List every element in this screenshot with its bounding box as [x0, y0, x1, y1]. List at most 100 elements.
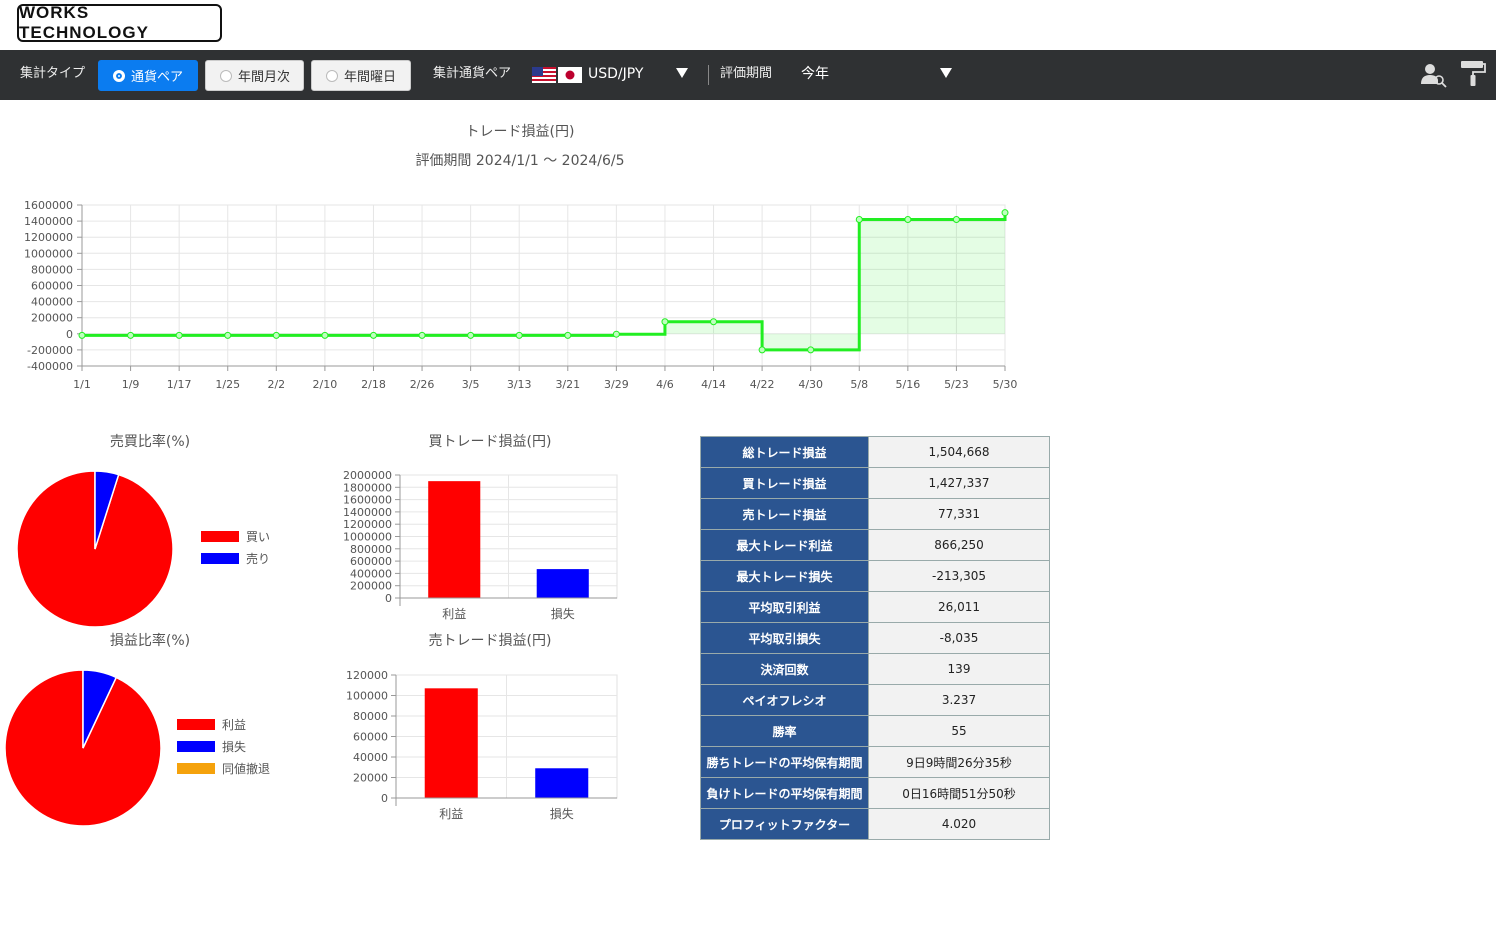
period-select-value[interactable]: 今年 — [801, 50, 829, 100]
x-tick-label: 1/17 — [167, 378, 192, 391]
x-tick-label: 損失 — [551, 606, 575, 621]
stats-row: 買トレード損益 1,427,337 — [700, 467, 1050, 499]
stats-table: 総トレード損益 1,504,668 買トレード損益 1,427,337 売トレード損益 7… — [700, 436, 1050, 840]
y-tick-label: 20000 — [353, 772, 388, 785]
stats-label: 買トレード損益 — [700, 467, 869, 499]
data-point — [612, 330, 620, 338]
data-point — [952, 215, 960, 223]
legend-swatch — [177, 741, 215, 752]
x-tick-label: 2/26 — [410, 378, 435, 391]
data-point — [515, 331, 523, 339]
data-point — [418, 331, 426, 339]
data-point — [369, 331, 377, 339]
stats-row: プロフィットファクター 4.020 — [700, 808, 1050, 840]
y-tick-label: 800000 — [350, 543, 392, 556]
y-tick-label: 1000000 — [343, 531, 392, 544]
stats-label: 総トレード損益 — [700, 436, 869, 468]
stats-value: 139 — [868, 653, 1050, 685]
pair-label: 集計通貨ペア — [433, 66, 512, 81]
period-dropdown-arrow-icon[interactable] — [940, 68, 952, 78]
y-tick-label: 1400000 — [24, 215, 73, 228]
stats-label: 最大トレード損失 — [700, 560, 869, 592]
data-point — [224, 331, 232, 339]
buy-trade-bar-chart: 2000000180000016000001400000120000010000… — [343, 469, 618, 621]
legend-swatch — [177, 763, 215, 774]
legend-swatch — [201, 553, 239, 564]
buy-sell-ratio-pie: 買い売り — [16, 470, 270, 628]
radio-unselected-icon — [326, 69, 338, 82]
data-point — [321, 331, 329, 339]
jp-flag-icon — [558, 67, 582, 83]
legend-swatch — [201, 531, 239, 542]
filter-toolbar: 集計タイプ 通貨ペア 年間月次 年間曜日 集計通貨ペア USD/JPY 評価期間… — [0, 50, 1496, 100]
agg-option-annual-weekday[interactable]: 年間曜日 — [311, 60, 411, 91]
stats-value: 1,427,337 — [868, 467, 1050, 499]
data-point — [467, 331, 475, 339]
y-tick-label: 600000 — [31, 280, 73, 293]
pair-dropdown-arrow-icon[interactable] — [676, 68, 688, 78]
x-tick-label: 損失 — [550, 806, 574, 821]
line-chart-subtitle: 評価期間 2024/1/1 ～ 2024/6/5 — [415, 153, 625, 169]
agg-option-annual-monthly[interactable]: 年間月次 — [205, 60, 304, 91]
x-tick-label: 4/22 — [750, 378, 775, 391]
brand-logo: WORKS TECHNOLOGY — [17, 3, 222, 42]
pair-select-value[interactable]: USD/JPY — [588, 50, 643, 100]
agg-option-currency-pair[interactable]: 通貨ペア — [98, 60, 198, 91]
y-tick-label: 60000 — [353, 731, 388, 744]
paint-roller-icon[interactable] — [1460, 59, 1486, 87]
stats-label: 平均取引損失 — [700, 622, 869, 654]
stats-value: 4.020 — [868, 808, 1050, 840]
y-tick-label: 40000 — [353, 751, 388, 764]
data-point — [807, 346, 815, 354]
stats-value: -8,035 — [868, 622, 1050, 654]
sell-trade-bar-title: 売トレード損益(円) — [428, 633, 552, 649]
stats-value: 3.237 — [868, 684, 1050, 716]
data-point — [758, 346, 766, 354]
stats-row: 総トレード損益 1,504,668 — [700, 436, 1050, 468]
data-point — [78, 331, 86, 339]
x-tick-label: 利益 — [442, 607, 466, 621]
stats-row: 平均取引損失 -8,035 — [700, 622, 1050, 654]
bar — [535, 768, 589, 798]
bar — [424, 688, 478, 798]
x-tick-label: 3/13 — [507, 378, 532, 391]
y-tick-label: 400000 — [31, 296, 73, 309]
data-point — [855, 215, 863, 223]
stats-label: 負けトレードの平均保有期間 — [700, 777, 869, 809]
y-tick-label: 2000000 — [343, 469, 392, 482]
pl-ratio-pie: 利益損失同値撤退 — [4, 669, 270, 827]
radio-unselected-icon — [220, 69, 232, 82]
buy-trade-bar-title: 買トレード損益(円) — [428, 434, 552, 450]
y-tick-label: 1000000 — [24, 247, 73, 260]
x-tick-label: 5/30 — [993, 378, 1018, 391]
y-tick-label: 800000 — [31, 263, 73, 276]
agg-option-label: 通貨ペア — [131, 70, 184, 85]
stats-row: 負けトレードの平均保有期間 0日16時間51分50秒 — [700, 777, 1050, 809]
stats-label: ペイオフレシオ — [700, 684, 869, 716]
data-point — [272, 331, 280, 339]
y-tick-label: 0 — [385, 592, 392, 605]
y-tick-label: 1600000 — [343, 494, 392, 507]
data-point — [175, 331, 183, 339]
line-chart-title: トレード損益(円) — [465, 124, 575, 140]
y-tick-label: 100000 — [346, 690, 388, 703]
stats-row: ペイオフレシオ 3.237 — [700, 684, 1050, 716]
x-tick-label: 5/8 — [850, 378, 868, 391]
user-search-icon[interactable] — [1420, 62, 1448, 88]
stats-row: 最大トレード損失 -213,305 — [700, 560, 1050, 592]
x-tick-label: 3/5 — [462, 378, 480, 391]
legend-label: 利益 — [222, 718, 246, 732]
data-point — [1001, 209, 1009, 217]
x-tick-label: 5/16 — [895, 378, 920, 391]
stats-label: 平均取引利益 — [700, 591, 869, 623]
legend-swatch — [177, 719, 215, 730]
x-tick-label: 4/14 — [701, 378, 726, 391]
legend-label: 買い — [246, 530, 270, 544]
x-tick-label: 利益 — [439, 807, 463, 821]
y-tick-label: 0 — [381, 792, 388, 805]
data-point — [127, 331, 135, 339]
y-tick-label: 80000 — [353, 710, 388, 723]
y-tick-label: 1200000 — [343, 518, 392, 531]
pnl-line-chart: 1600000 1400000 1200000 1000000 800000 600000… — [24, 199, 1018, 391]
stats-value: 26,011 — [868, 591, 1050, 623]
